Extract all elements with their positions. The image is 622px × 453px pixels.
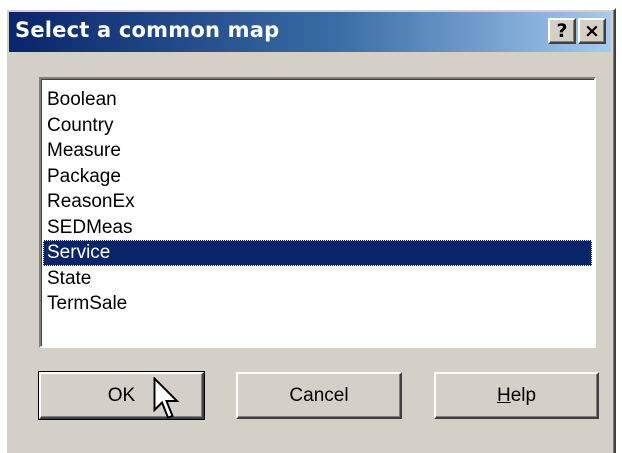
select-common-map-dialog: Select a common map ? × Boolean Country … [5,8,616,453]
help-mnemonic: H [496,384,511,406]
list-item[interactable]: ReasonEx [43,189,592,215]
help-label-rest: elp [510,384,537,406]
help-title-button[interactable]: ? [548,18,576,44]
list-item-selected[interactable]: Service [43,240,592,266]
list-item[interactable]: Measure [43,138,592,164]
dialog-title: Select a common map [15,18,280,42]
list-item[interactable]: Package [43,164,592,190]
close-icon: × [584,20,600,42]
list-item[interactable]: State [43,266,592,292]
list-item[interactable]: Boolean [43,87,592,113]
list-item[interactable]: SEDMeas [43,215,592,241]
list-item[interactable]: TermSale [43,291,592,317]
list-item[interactable]: Country [43,113,592,139]
cancel-button[interactable]: Cancel [236,372,402,419]
arrow-cursor-icon [153,377,180,419]
help-button[interactable]: Help [434,372,599,419]
title-bar[interactable]: Select a common map ? × [9,12,611,52]
close-button[interactable]: × [578,18,606,44]
map-listbox[interactable]: Boolean Country Measure Package ReasonEx… [39,77,596,348]
